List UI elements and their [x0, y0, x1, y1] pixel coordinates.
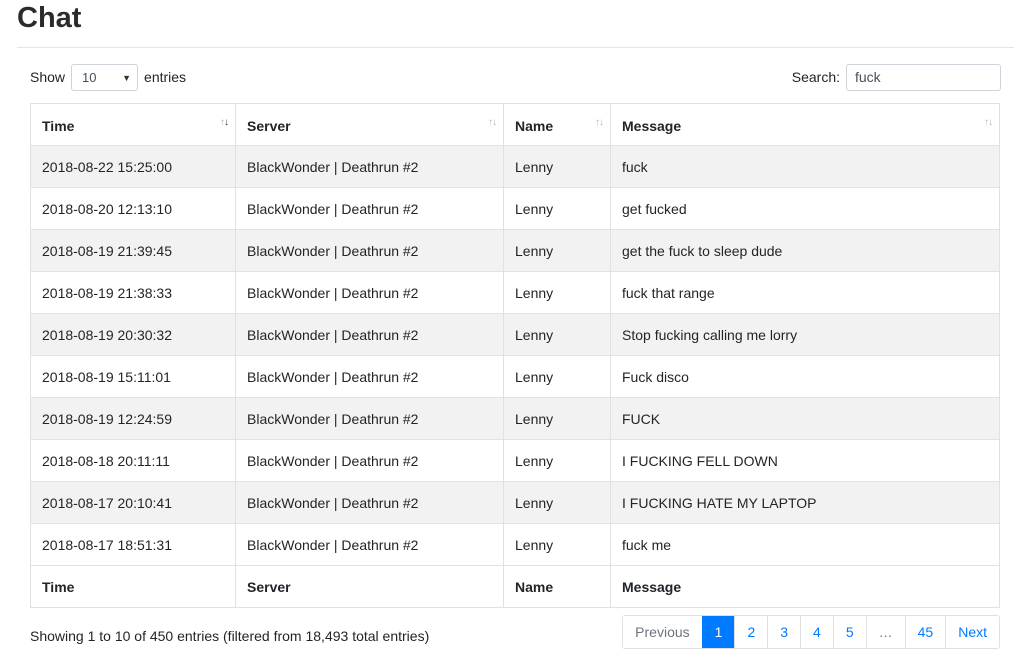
entries-label: entries: [144, 69, 187, 85]
length-control: Show 10 ▼ entries: [30, 63, 186, 91]
cell-name: Lenny: [503, 523, 611, 566]
next-button[interactable]: Next: [945, 616, 999, 648]
column-footer-time: Time: [30, 565, 236, 608]
column-header-message[interactable]: Message ↑↓: [610, 103, 1000, 146]
cell-server: BlackWonder | Deathrun #2: [235, 271, 504, 314]
page-button-2[interactable]: 2: [734, 616, 768, 648]
cell-time: 2018-08-22 15:25:00: [30, 145, 236, 188]
cell-message: get fucked: [610, 187, 1000, 230]
cell-server: BlackWonder | Deathrun #2: [235, 481, 504, 524]
page-button-45[interactable]: 45: [904, 616, 946, 648]
table-row: 2018-08-19 21:38:33 BlackWonder | Deathru…: [30, 271, 1000, 314]
cell-time: 2018-08-19 21:39:45: [30, 229, 236, 272]
table-info: Showing 1 to 10 of 450 entries (filtered…: [30, 628, 430, 644]
cell-message: FUCK: [610, 397, 1000, 440]
cell-message: I FUCKING FELL DOWN: [610, 439, 1000, 482]
column-header-server[interactable]: Server ↑↓: [235, 103, 504, 146]
sort-arrows-icon: ↑↓: [595, 117, 604, 128]
footer-row: Time Server Name Message: [30, 565, 1000, 608]
cell-name: Lenny: [503, 397, 611, 440]
cell-name: Lenny: [503, 355, 611, 398]
cell-message: fuck that range: [610, 271, 1000, 314]
column-footer-message: Message: [610, 565, 1000, 608]
cell-name: Lenny: [503, 145, 611, 188]
cell-message: I FUCKING HATE MY LAPTOP: [610, 481, 1000, 524]
column-header-time[interactable]: Time ↑↓: [30, 103, 236, 146]
table-row: 2018-08-22 15:25:00 BlackWonder | Deathru…: [30, 145, 1000, 188]
cell-server: BlackWonder | Deathrun #2: [235, 187, 504, 230]
table-controls: Show 10 ▼ entries Search:: [30, 63, 1001, 91]
previous-button[interactable]: Previous: [623, 616, 702, 648]
cell-message: Stop fucking calling me lorry: [610, 313, 1000, 356]
table-row: 2018-08-19 20:30:32 BlackWonder | Deathru…: [30, 313, 1000, 356]
cell-name: Lenny: [503, 187, 611, 230]
show-label: Show: [30, 69, 66, 85]
pagination-ellipsis: …: [865, 616, 905, 648]
cell-time: 2018-08-18 20:11:11: [30, 439, 236, 482]
table-row: 2018-08-17 20:10:41 BlackWonder | Deathru…: [30, 481, 1000, 524]
cell-server: BlackWonder | Deathrun #2: [235, 355, 504, 398]
table-row: 2018-08-20 12:13:10 BlackWonder | Deathru…: [30, 187, 1000, 230]
cell-name: Lenny: [503, 313, 611, 356]
pagination: Previous 1 2 3 4 5 … 45 Next: [622, 615, 1000, 649]
cell-time: 2018-08-20 12:13:10: [30, 187, 236, 230]
chevron-down-icon: ▼: [122, 72, 132, 83]
cell-message: fuck me: [610, 523, 1000, 566]
column-header-name[interactable]: Name ↑↓: [503, 103, 611, 146]
table-row: 2018-08-19 15:11:01 BlackWonder | Deathru…: [30, 355, 1000, 398]
cell-server: BlackWonder | Deathrun #2: [235, 145, 504, 188]
page-button-1[interactable]: 1: [701, 616, 735, 648]
cell-time: 2018-08-17 20:10:41: [30, 481, 236, 524]
sort-arrows-icon: ↑↓: [984, 117, 993, 128]
length-value: 10: [82, 69, 97, 85]
cell-name: Lenny: [503, 229, 611, 272]
cell-name: Lenny: [503, 271, 611, 314]
cell-server: BlackWonder | Deathrun #2: [235, 313, 504, 356]
column-footer-name: Name: [503, 565, 611, 608]
cell-time: 2018-08-19 20:30:32: [30, 313, 236, 356]
search-control: Search:: [792, 63, 1001, 91]
cell-time: 2018-08-19 15:11:01: [30, 355, 236, 398]
cell-time: 2018-08-19 21:38:33: [30, 271, 236, 314]
cell-server: BlackWonder | Deathrun #2: [235, 523, 504, 566]
table-row: 2018-08-18 20:11:11 BlackWonder | Deathru…: [30, 439, 1000, 482]
cell-time: 2018-08-17 18:51:31: [30, 523, 236, 566]
sort-arrows-icon: ↑↓: [488, 117, 497, 128]
column-footer-server: Server: [235, 565, 504, 608]
cell-server: BlackWonder | Deathrun #2: [235, 229, 504, 272]
title-divider: [17, 47, 1014, 48]
cell-name: Lenny: [503, 439, 611, 482]
entries-length-select[interactable]: 10 ▼: [71, 63, 139, 91]
table-row: 2018-08-17 18:51:31 BlackWonder | Deathru…: [30, 523, 1000, 566]
page-button-5[interactable]: 5: [832, 616, 866, 648]
search-label: Search:: [791, 69, 840, 85]
page-button-3[interactable]: 3: [767, 616, 801, 648]
cell-time: 2018-08-19 12:24:59: [30, 397, 236, 440]
header-row: Time ↑↓ Server ↑↓ Name ↑↓ Message ↑↓: [30, 103, 1000, 146]
page-title: Chat: [17, 2, 82, 34]
sort-arrows-icon: ↑↓: [220, 117, 229, 128]
cell-message: get the fuck to sleep dude: [610, 229, 1000, 272]
table-row: 2018-08-19 21:39:45 BlackWonder | Deathru…: [30, 229, 1000, 272]
cell-message: fuck: [610, 145, 1000, 188]
table-row: 2018-08-19 12:24:59 BlackWonder | Deathru…: [30, 397, 1000, 440]
search-input[interactable]: [846, 63, 1001, 91]
cell-server: BlackWonder | Deathrun #2: [235, 397, 504, 440]
page-button-4[interactable]: 4: [800, 616, 833, 648]
cell-message: Fuck disco: [610, 355, 1000, 398]
cell-name: Lenny: [503, 481, 611, 524]
chat-table: Time ↑↓ Server ↑↓ Name ↑↓ Message ↑↓ 201…: [30, 103, 1000, 608]
cell-server: BlackWonder | Deathrun #2: [235, 439, 504, 482]
